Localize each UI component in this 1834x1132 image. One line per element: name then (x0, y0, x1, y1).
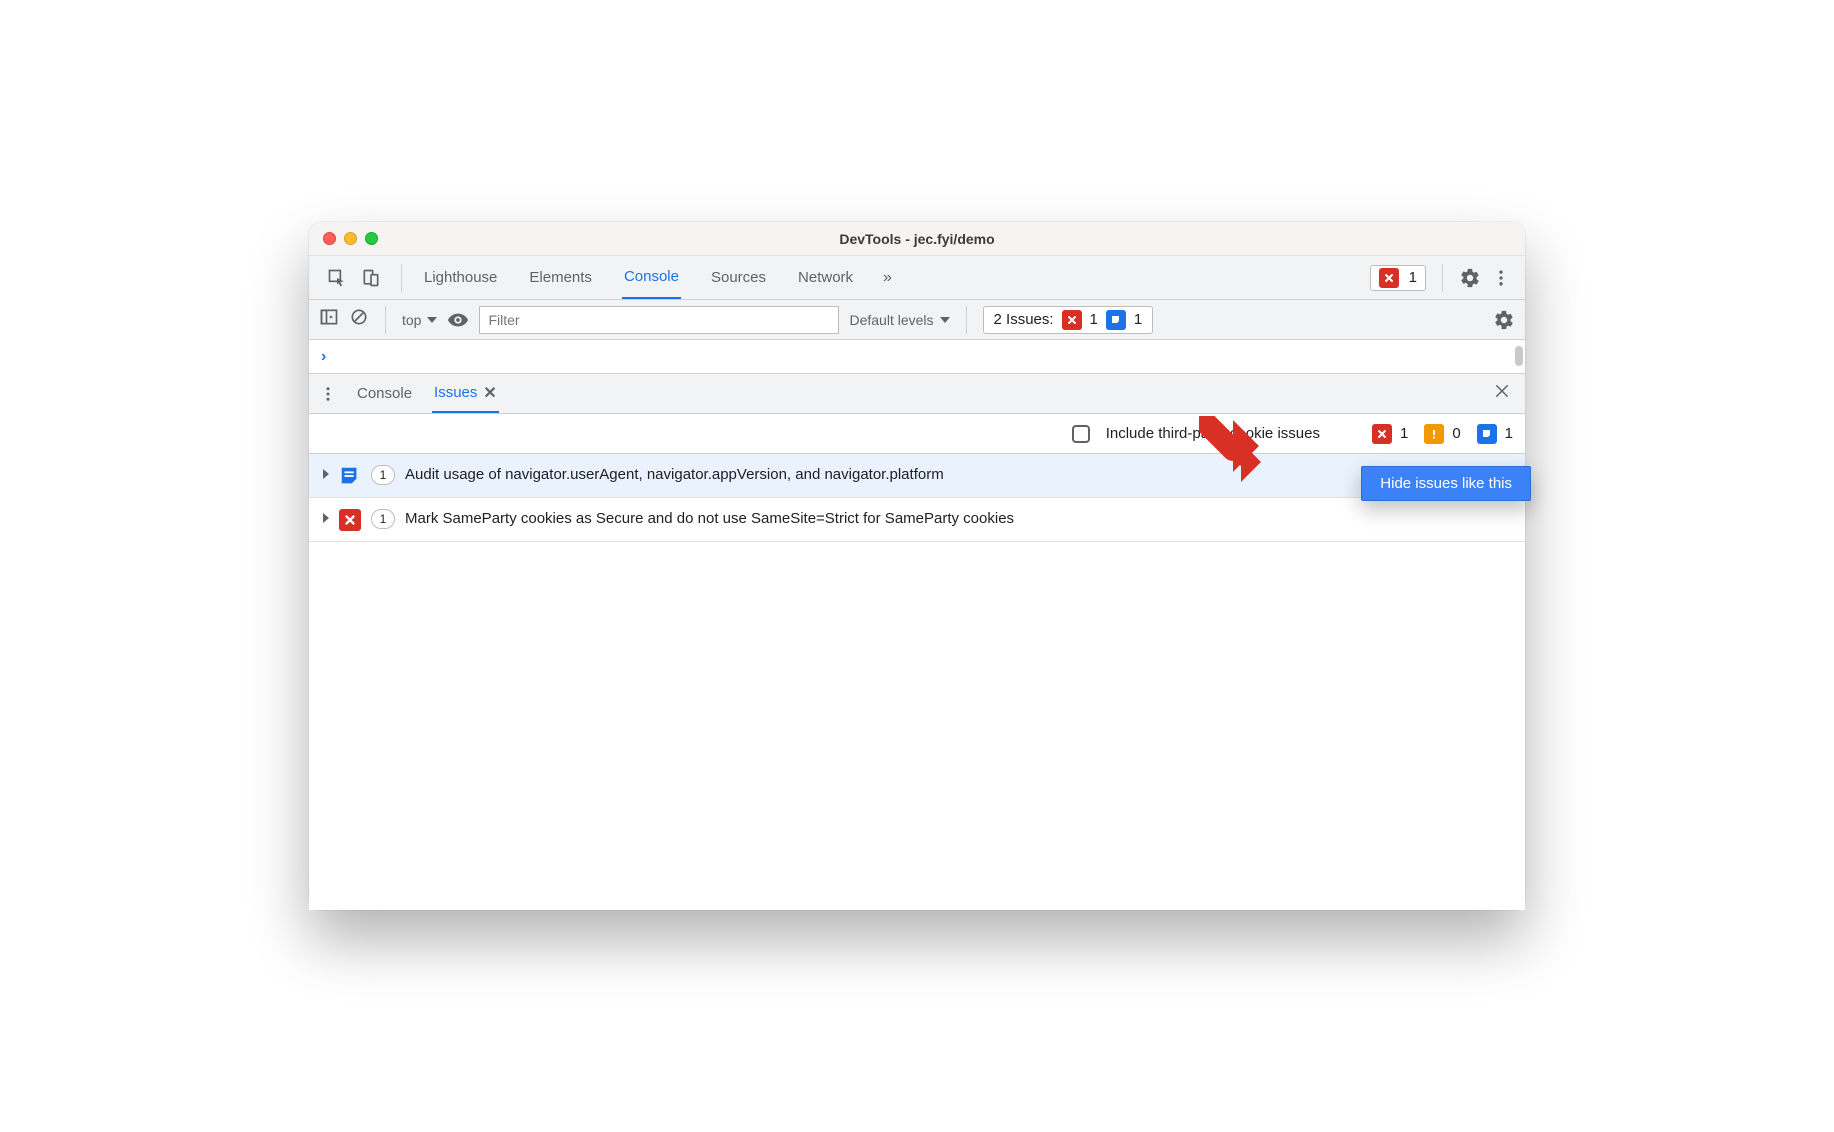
info-count-value: 1 (1505, 425, 1513, 442)
execution-context-select[interactable]: top (402, 312, 437, 328)
close-drawer-icon[interactable] (1489, 378, 1515, 409)
issue-text: Mark SameParty cookies as Secure and do … (405, 508, 1511, 529)
error-badge[interactable]: 1 (1370, 265, 1426, 291)
warn-count-value: 0 (1452, 425, 1460, 442)
tab-sources[interactable]: Sources (709, 256, 768, 299)
issues-summary-label: 2 Issues: (994, 311, 1054, 328)
window-title: DevTools - jec.fyi/demo (309, 231, 1525, 247)
device-toolbar-icon[interactable] (361, 268, 381, 288)
thirdparty-checkbox[interactable] (1072, 425, 1090, 443)
expand-icon[interactable] (323, 512, 329, 526)
drawer-tab-issues[interactable]: Issues ✕ (432, 374, 499, 413)
separator (966, 306, 967, 334)
tab-console[interactable]: Console (622, 256, 681, 299)
issue-count-pill: 1 (371, 509, 395, 529)
error-count: 1 (1409, 269, 1417, 286)
console-filter-row: top Default levels 2 Issues: 1 1 (309, 300, 1525, 340)
tab-lighthouse[interactable]: Lighthouse (422, 256, 499, 299)
panel-tabs: Lighthouse Elements Console Sources Netw… (412, 256, 902, 299)
issues-toolbar: Include third-party cookie issues 1 0 1 (309, 414, 1525, 454)
drawer-tab-issues-label: Issues (434, 384, 477, 401)
tabs-overflow-icon[interactable]: » (883, 269, 892, 287)
issue-text: Audit usage of navigator.userAgent, navi… (405, 464, 1511, 485)
console-sidebar-toggle-icon[interactable] (319, 307, 339, 332)
issue-row[interactable]: 1 Audit usage of navigator.userAgent, na… (309, 454, 1525, 498)
clear-console-icon[interactable] (349, 307, 369, 332)
issue-row[interactable]: 1 Mark SameParty cookies as Secure and d… (309, 498, 1525, 542)
titlebar: DevTools - jec.fyi/demo (309, 222, 1525, 256)
issue-count-pill: 1 (371, 465, 395, 485)
more-icon[interactable] (1491, 268, 1511, 288)
filter-input[interactable] (479, 306, 839, 334)
close-window-button[interactable] (323, 232, 336, 245)
info-icon (1106, 310, 1126, 330)
error-icon (1379, 268, 1399, 288)
tab-network[interactable]: Network (796, 256, 855, 299)
drawer-more-icon[interactable] (319, 385, 337, 403)
separator (385, 306, 386, 334)
toolbar-right: 1 (1370, 264, 1517, 292)
drawer-tabs: Console Issues ✕ (309, 374, 1525, 414)
chevron-down-icon (427, 317, 437, 323)
warning-icon (1424, 424, 1444, 444)
toolbar-left-icons (317, 268, 391, 288)
settings-icon[interactable] (1459, 267, 1481, 289)
log-levels-select[interactable]: Default levels (849, 312, 949, 328)
issues-info-count: 1 (1134, 311, 1142, 328)
log-levels-label: Default levels (849, 312, 933, 328)
expand-icon[interactable] (323, 468, 329, 482)
chevron-down-icon (940, 317, 950, 323)
console-settings-icon[interactable] (1493, 309, 1515, 331)
error-icon (1372, 424, 1392, 444)
minimize-window-button[interactable] (344, 232, 357, 245)
separator (401, 264, 402, 292)
issues-count-info[interactable]: 1 (1477, 424, 1513, 444)
context-menu-item-hide[interactable]: Hide issues like this (1380, 475, 1512, 492)
error-count-value: 1 (1400, 425, 1408, 442)
scrollbar-thumb[interactable] (1515, 346, 1523, 366)
context-menu: Hide issues like this (1361, 466, 1531, 501)
issue-info-icon (339, 465, 361, 487)
issues-count-error[interactable]: 1 (1372, 424, 1408, 444)
execution-context-label: top (402, 312, 421, 328)
info-icon (1477, 424, 1497, 444)
separator (1442, 264, 1443, 292)
close-tab-icon[interactable]: ✕ (483, 383, 496, 403)
maximize-window-button[interactable] (365, 232, 378, 245)
select-element-icon[interactable] (327, 268, 347, 288)
devtools-window: DevTools - jec.fyi/demo Lighthouse Eleme… (309, 222, 1525, 910)
issues-error-count: 1 (1090, 311, 1098, 328)
issue-error-icon (339, 509, 361, 531)
issues-list: 1 Audit usage of navigator.userAgent, na… (309, 454, 1525, 910)
issues-summary-button[interactable]: 2 Issues: 1 1 (983, 306, 1154, 334)
console-prompt[interactable]: › (309, 340, 1525, 374)
main-toolbar: Lighthouse Elements Console Sources Netw… (309, 256, 1525, 300)
tab-elements[interactable]: Elements (527, 256, 594, 299)
prompt-chevron-icon: › (321, 348, 326, 366)
issues-count-warn[interactable]: 0 (1424, 424, 1460, 444)
window-controls (323, 232, 378, 245)
thirdparty-label: Include third-party cookie issues (1106, 425, 1320, 442)
live-expression-icon[interactable] (447, 309, 469, 331)
error-icon (1062, 310, 1082, 330)
drawer-tab-console[interactable]: Console (355, 374, 414, 413)
